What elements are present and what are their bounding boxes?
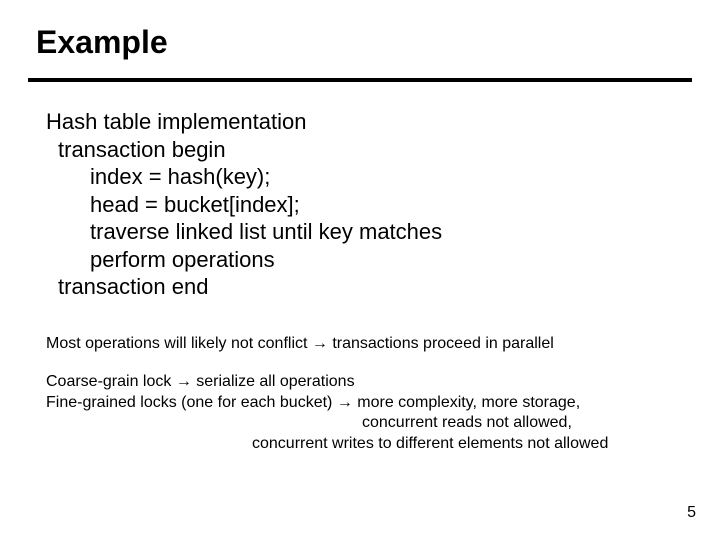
text-run: Coarse-grain lock xyxy=(46,373,176,390)
body-line: Hash table implementation xyxy=(46,108,692,136)
body-text: Hash table implementation transaction be… xyxy=(46,108,692,301)
body-line: perform operations xyxy=(46,246,692,274)
text-run: Fine-grained locks (one for each bucket) xyxy=(46,394,337,411)
notes-line: Fine-grained locks (one for each bucket)… xyxy=(46,393,708,413)
notes-line: concurrent writes to different elements … xyxy=(46,434,708,454)
text-run: Most operations will likely not conflict xyxy=(46,335,312,352)
spacer xyxy=(46,354,708,372)
arrow-icon: → xyxy=(312,335,328,352)
arrow-icon: → xyxy=(337,394,353,411)
text-run: transactions proceed in parallel xyxy=(328,335,554,352)
body-line: transaction end xyxy=(46,273,692,301)
text-run: more complexity, more storage, xyxy=(353,394,580,411)
notes-line: concurrent reads not allowed, xyxy=(46,413,708,433)
arrow-icon: → xyxy=(176,373,192,390)
slide: Example Hash table implementation transa… xyxy=(0,0,720,540)
notes-line: Coarse-grain lock → serialize all operat… xyxy=(46,372,708,392)
notes-line: Most operations will likely not conflict… xyxy=(46,334,708,354)
notes-block: Most operations will likely not conflict… xyxy=(46,334,708,454)
text-run: serialize all operations xyxy=(192,373,355,390)
page-number: 5 xyxy=(687,504,696,522)
horizontal-rule xyxy=(28,78,692,82)
body-line: transaction begin xyxy=(46,136,692,164)
body-line: head = bucket[index]; xyxy=(46,191,692,219)
body-line: traverse linked list until key matches xyxy=(46,218,692,246)
body-line: index = hash(key); xyxy=(46,163,692,191)
slide-title: Example xyxy=(36,24,168,61)
